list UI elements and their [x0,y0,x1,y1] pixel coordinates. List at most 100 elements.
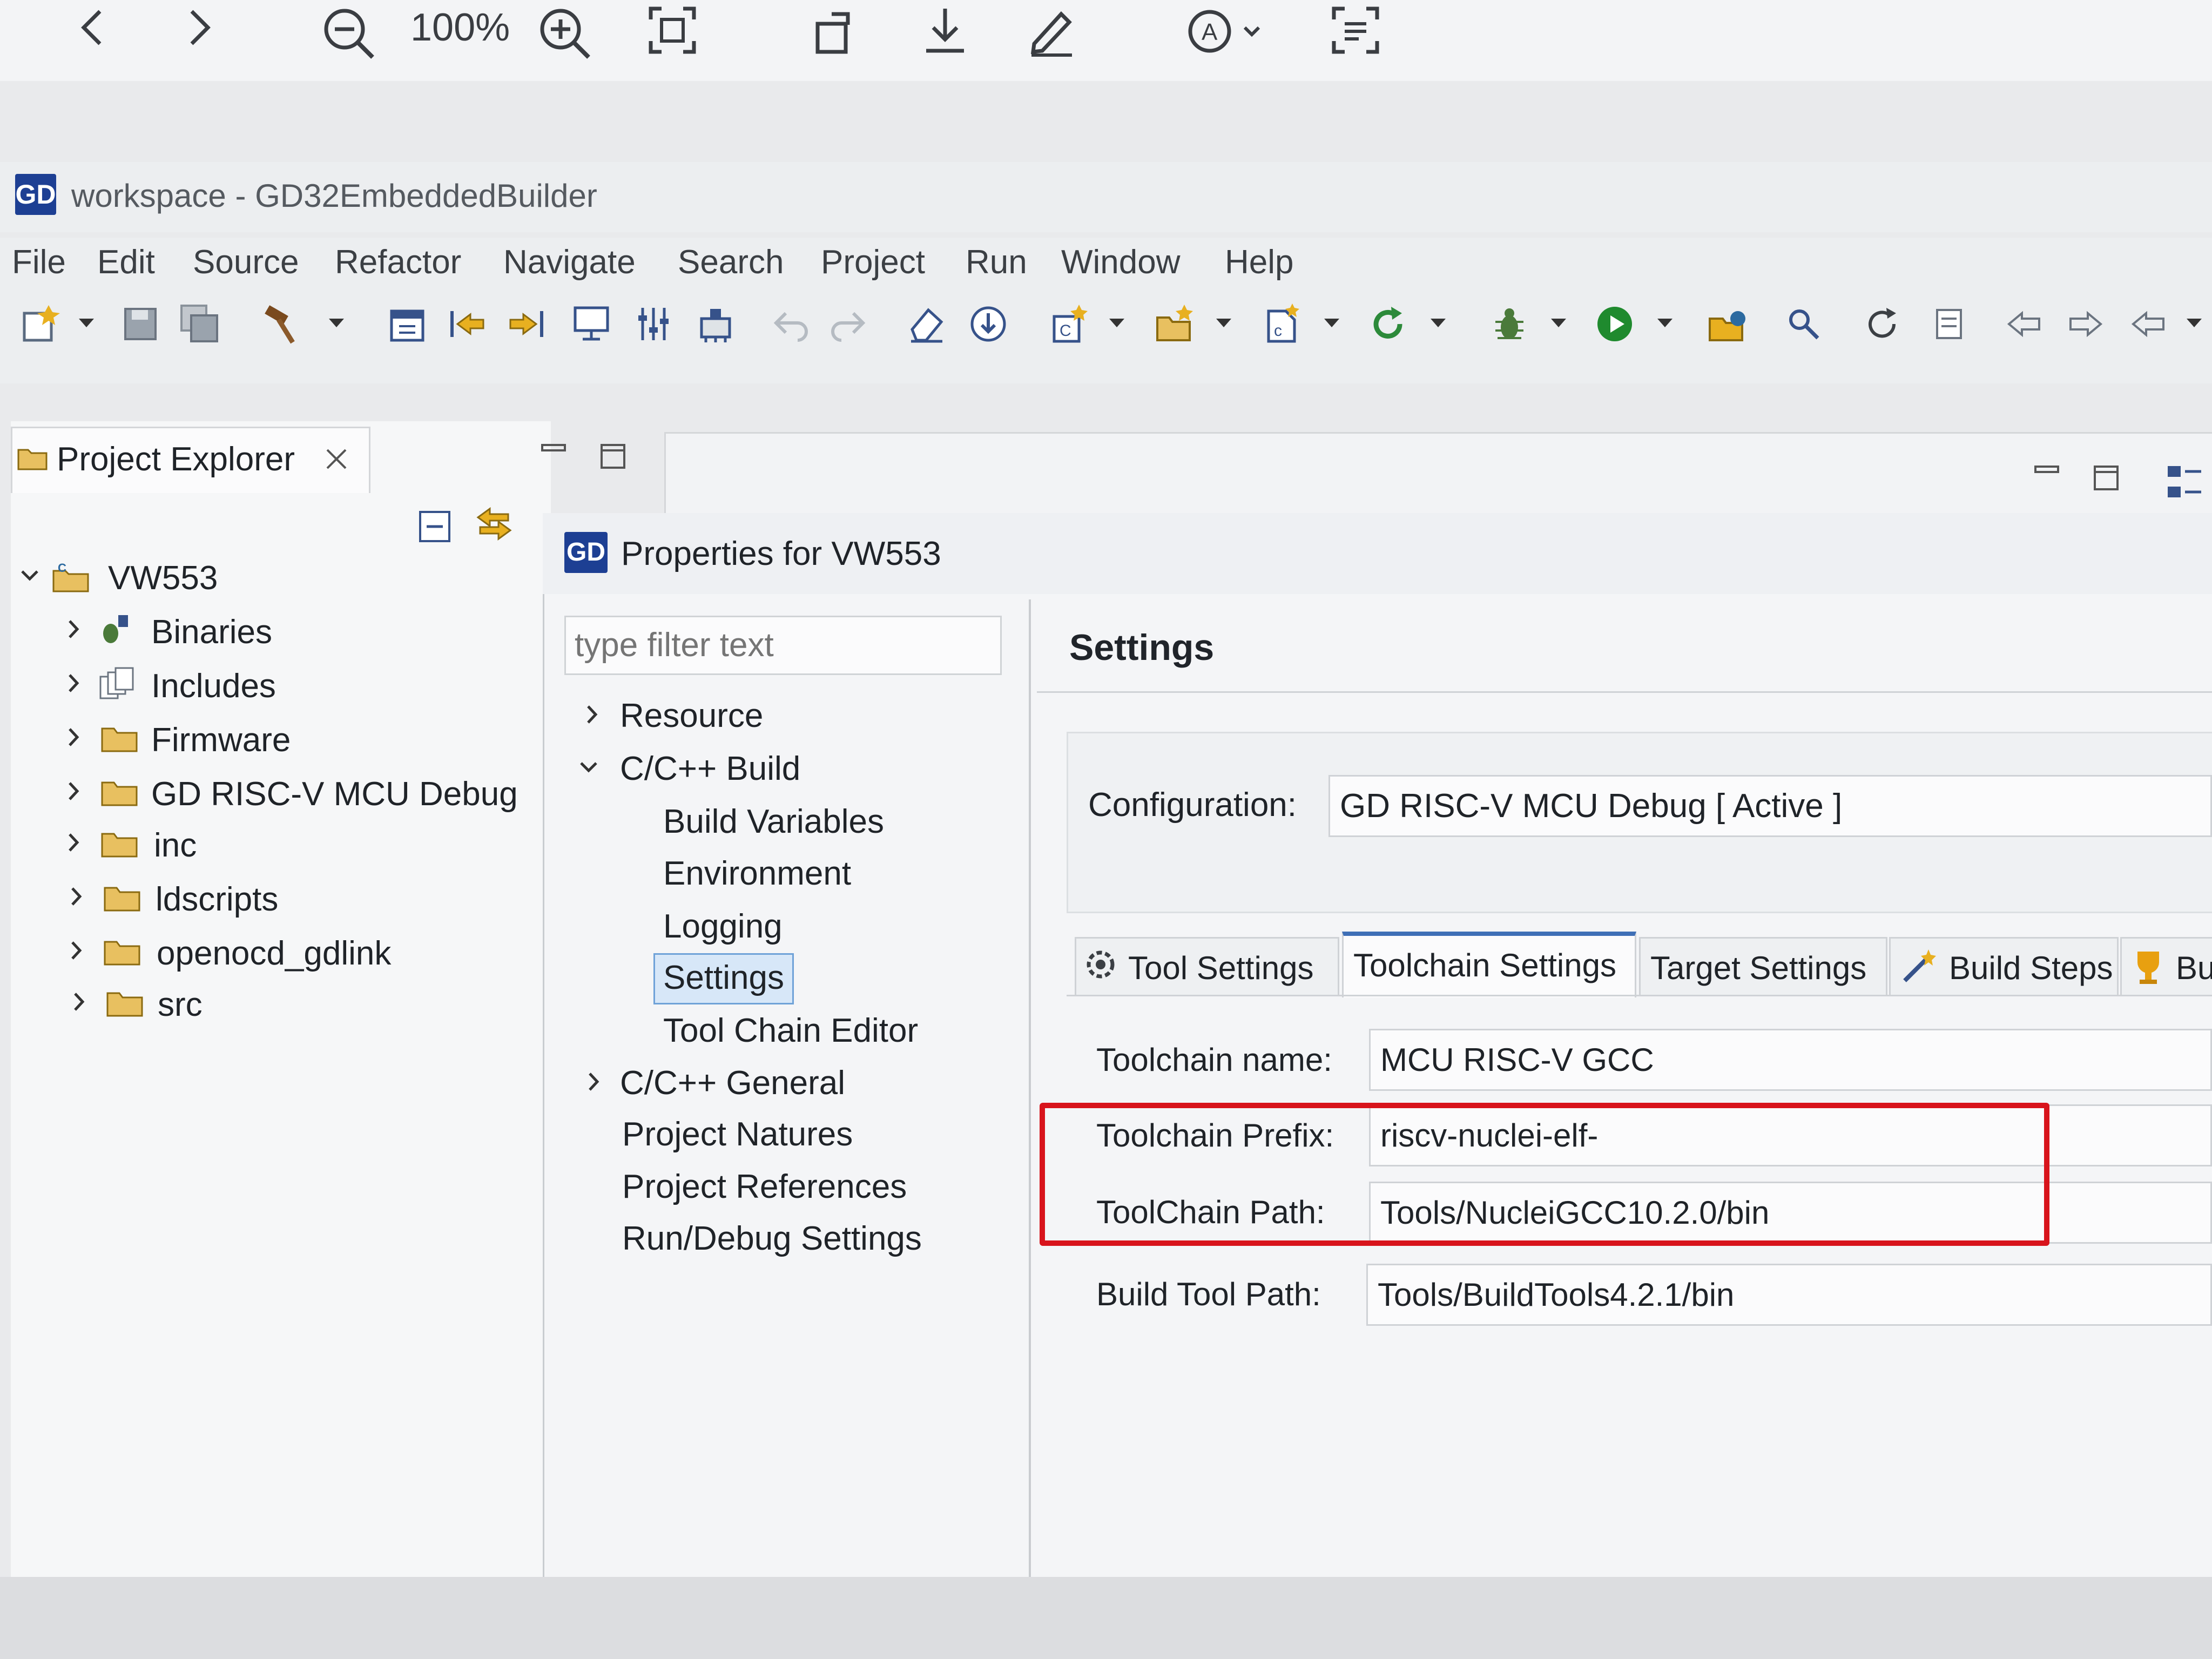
chevron-right-icon[interactable] [65,937,86,964]
menu-window[interactable]: Window [1061,243,1181,281]
tab-toolchain-settings[interactable]: Toolchain Settings [1342,932,1636,997]
tree-root-label[interactable]: VW553 [108,559,218,597]
chip-icon[interactable] [694,302,737,346]
sliders-icon[interactable] [632,302,675,346]
chevron-right-icon[interactable] [68,988,89,1015]
tree-item-label[interactable]: inc [154,826,197,865]
save-all-icon[interactable] [178,302,221,346]
link-editor-icon[interactable] [473,502,516,545]
minimize-icon[interactable] [2033,459,2060,481]
tree-item-label[interactable]: src [158,986,203,1024]
collapse-all-icon[interactable] [416,508,454,545]
chevron-right-icon[interactable] [62,670,84,697]
ocr-text-icon[interactable] [1328,3,1382,57]
chevron-down-icon[interactable] [1549,313,1568,333]
chevron-right-icon[interactable] [62,829,84,856]
chevron-down-icon[interactable] [1322,313,1341,333]
nav-environment[interactable]: Environment [663,854,851,893]
menu-refactor[interactable]: Refactor [335,243,461,281]
menu-edit[interactable]: Edit [97,243,155,281]
step-back-icon[interactable] [446,302,489,346]
minimize-icon[interactable] [540,437,567,459]
chevron-down-icon[interactable] [1428,313,1448,333]
chevron-down-icon[interactable] [2184,313,2204,333]
run-play-icon[interactable] [1593,302,1636,346]
menu-source[interactable]: Source [193,243,299,281]
debug-bug-icon[interactable] [1488,302,1531,346]
nav-logging[interactable]: Logging [663,907,783,946]
chevron-down-icon[interactable] [1107,313,1127,333]
nav-project-references[interactable]: Project References [622,1168,907,1206]
nav-build-variables[interactable]: Build Variables [663,802,884,841]
prev-annotation-icon[interactable] [2004,302,2047,346]
tree-item-label[interactable]: openocd_gdlink [157,934,391,973]
forward-icon[interactable] [178,3,221,52]
zoom-in-icon[interactable] [535,3,594,63]
tree-item-label[interactable]: Firmware [151,721,291,759]
menu-search[interactable]: Search [678,243,784,281]
toggle-view-icon[interactable] [1931,302,1974,346]
chevron-down-icon[interactable] [1655,313,1675,333]
new-project-icon[interactable]: C [1048,302,1091,346]
chevron-down-icon[interactable] [1214,313,1233,333]
close-icon[interactable] [323,446,350,473]
menu-run[interactable]: Run [966,243,1027,281]
nav-tool-chain-editor[interactable]: Tool Chain Editor [663,1011,918,1050]
refresh-icon[interactable] [1860,302,1904,346]
maximize-icon[interactable] [599,443,626,470]
chevron-right-icon[interactable] [581,701,602,728]
save-icon[interactable] [119,302,162,346]
chevron-right-icon[interactable] [65,883,86,910]
step-forward-icon[interactable] [505,302,548,346]
download-icon[interactable] [918,3,972,57]
sash-divider[interactable] [1029,599,1031,1582]
nav-cpp-build[interactable]: C/C++ Build [620,750,800,788]
chevron-down-icon[interactable] [77,313,96,333]
outline-view-icon[interactable] [2166,462,2203,505]
chevron-down-icon[interactable] [327,313,346,333]
new-folder-icon[interactable] [1153,302,1196,346]
configuration-select[interactable]: GD RISC-V MCU Debug [ Active ] [1328,775,2212,837]
nav-run-debug-settings[interactable]: Run/Debug Settings [622,1219,922,1258]
chevron-right-icon[interactable] [62,616,84,643]
nav-settings[interactable]: Settings [663,959,784,997]
chevron-right-icon[interactable] [582,1068,604,1095]
next-annotation-icon[interactable] [2063,302,2106,346]
auto-enhance-icon[interactable]: A [1183,3,1264,57]
new-source-file-icon[interactable]: c [1261,302,1304,346]
edit-pen-icon[interactable] [1023,3,1077,57]
chevron-down-icon[interactable] [19,562,41,589]
download-circle-icon[interactable] [967,302,1010,346]
open-folder-icon[interactable] [1707,302,1750,346]
nav-resource[interactable]: Resource [620,697,763,735]
build-hammer-icon[interactable] [259,302,302,346]
menu-file[interactable]: File [12,243,66,281]
chevron-right-icon[interactable] [62,724,84,751]
tab-target-settings[interactable]: Target Settings [1639,937,1887,996]
monitor-icon[interactable] [570,302,613,346]
rotate-icon[interactable] [810,3,864,57]
tree-item-label[interactable]: ldscripts [156,880,278,919]
maximize-icon[interactable] [2093,464,2120,491]
menu-help[interactable]: Help [1225,243,1294,281]
nav-project-natures[interactable]: Project Natures [622,1115,853,1154]
menu-project[interactable]: Project [821,243,925,281]
nav-cpp-general[interactable]: C/C++ General [620,1064,845,1102]
build-tool-path-field[interactable]: Tools/BuildTools4.2.1/bin [1366,1264,2212,1326]
search-icon[interactable] [1782,302,1825,346]
new-icon[interactable] [19,302,62,346]
chevron-right-icon[interactable] [62,778,84,805]
eraser-icon[interactable] [905,302,948,346]
zoom-out-icon[interactable] [319,3,378,63]
filter-input[interactable] [564,616,1002,675]
calendar-icon[interactable] [386,302,429,346]
chevron-down-icon[interactable] [578,753,599,780]
back-icon[interactable] [70,3,113,52]
fit-screen-icon[interactable] [645,3,699,57]
tree-item-label[interactable]: GD RISC-V MCU Debug [151,775,518,813]
refresh-green-icon[interactable] [1366,302,1410,346]
tree-item-label[interactable]: Binaries [151,613,272,651]
toolchain-name-field[interactable]: MCU RISC-V GCC [1369,1029,2212,1091]
tree-item-label[interactable]: Includes [151,667,276,705]
menu-navigate[interactable]: Navigate [503,243,636,281]
